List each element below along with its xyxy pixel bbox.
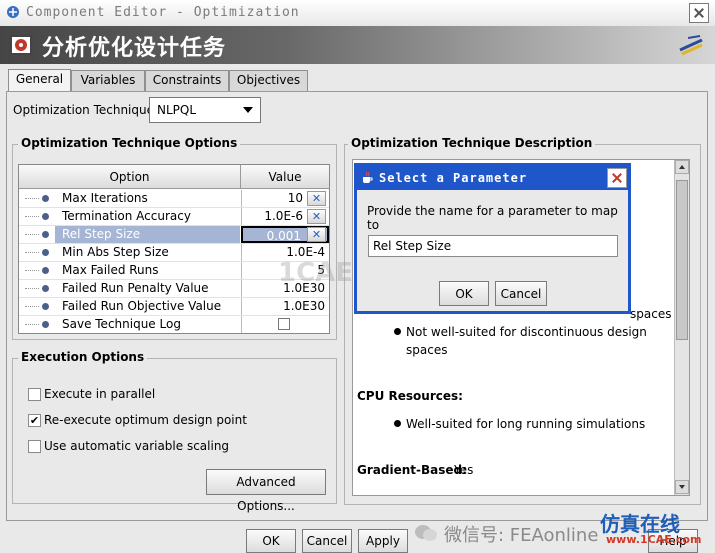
table-row[interactable]: Termination Accuracy 1.0E-6 ✕ — [19, 208, 329, 226]
close-window-button[interactable] — [689, 3, 709, 23]
tree-line — [25, 234, 39, 235]
option-name: Min Abs Step Size — [62, 245, 169, 259]
tab-variables[interactable]: Variables — [71, 70, 145, 91]
scroll-up-button[interactable] — [675, 160, 689, 174]
scroll-down-button[interactable] — [675, 480, 689, 494]
bullet-icon — [394, 420, 401, 427]
tree-line — [25, 216, 39, 217]
wechat-icon — [415, 525, 437, 541]
table-row[interactable]: Rel Step Size 0.001 ✕ — [19, 226, 329, 244]
description-partial-line: spaces — [630, 307, 672, 321]
tree-line — [25, 324, 39, 325]
corner-watermark-url: www.1CAE.com — [606, 533, 702, 546]
map-parameter-button[interactable]: ✕ — [307, 191, 326, 206]
chevron-down-icon — [243, 107, 253, 113]
technique-value: NLPQL — [157, 103, 197, 117]
dialog-titlebar: Select a Parameter — [357, 166, 628, 190]
option-name: Failed Run Objective Value — [62, 299, 222, 313]
option-name: Max Iterations — [62, 191, 148, 205]
dialog-close-button[interactable] — [607, 168, 627, 188]
technique-select[interactable]: NLPQL — [149, 97, 261, 123]
map-parameter-button[interactable]: ✕ — [307, 227, 326, 242]
java-cup-icon — [363, 171, 373, 183]
column-header-value[interactable]: Value — [241, 165, 329, 189]
option-name: Rel Step Size — [55, 226, 240, 243]
execute-parallel-checkbox[interactable] — [28, 388, 41, 401]
options-group-title: Optimization Technique Options — [18, 136, 241, 150]
bullet-icon — [42, 195, 49, 202]
description-bullet-1-cont: spaces — [406, 343, 448, 357]
execution-group-title: Execution Options — [18, 350, 148, 364]
tab-constraints[interactable]: Constraints — [145, 70, 229, 91]
header-banner: 分析优化设计任务 — [0, 26, 715, 64]
dialog-cancel-button[interactable]: Cancel — [495, 281, 547, 306]
tab-general[interactable]: General — [8, 69, 71, 92]
cancel-button[interactable]: Cancel — [302, 529, 352, 553]
table-row[interactable]: Save Technique Log — [19, 316, 329, 334]
auto-scaling-checkbox[interactable] — [28, 440, 41, 453]
cpu-resources-heading: CPU Resources: — [357, 389, 463, 403]
wechat-watermark: 微信号: FEAonline — [444, 525, 599, 546]
parameter-name-input[interactable]: Rel Step Size — [368, 235, 618, 257]
window-title: Component Editor - Optimization — [26, 5, 300, 20]
bullet-icon — [42, 303, 49, 310]
gradient-based-label: Gradient-Based: — [357, 463, 467, 477]
execute-parallel-label: Execute in parallel — [44, 387, 156, 401]
option-name: Save Technique Log — [62, 317, 181, 331]
advanced-options-button[interactable]: Advanced Options... — [206, 469, 326, 513]
tree-line — [25, 252, 39, 253]
option-name: Max Failed Runs — [62, 263, 159, 277]
option-name: Termination Accuracy — [62, 209, 191, 223]
description-scrollbar[interactable] — [674, 160, 689, 495]
table-row[interactable]: Failed Run Objective Value 1.0E30 — [19, 298, 329, 316]
column-header-option[interactable]: Option — [19, 165, 241, 189]
option-name: Failed Run Penalty Value — [62, 281, 209, 295]
dialog-prompt: Provide the name for a parameter to map … — [367, 204, 618, 232]
select-parameter-dialog: Select a Parameter Provide the name for … — [354, 163, 631, 314]
tree-line — [25, 306, 39, 307]
apply-button[interactable]: Apply — [358, 529, 408, 553]
description-bullet-2: Well-suited for long running simulations — [406, 417, 646, 431]
scroll-thumb[interactable] — [676, 180, 688, 340]
dialog-title: Select a Parameter — [379, 171, 528, 185]
reexecute-label: Re-execute optimum design point — [44, 413, 247, 427]
option-value[interactable]: 1.0E30 — [241, 298, 329, 315]
technique-label: Optimization Technique: — [13, 103, 159, 117]
description-group-title: Optimization Technique Description — [348, 136, 596, 150]
bullet-icon — [42, 231, 49, 238]
options-table: Option Value Max Iterations 10 ✕ Termina… — [18, 164, 330, 334]
brand-logo-icon — [679, 35, 703, 56]
description-bullet-1: Not well-suited for discontinuous design — [406, 325, 647, 339]
save-log-checkbox[interactable] — [278, 318, 290, 330]
tree-line — [25, 288, 39, 289]
target-icon — [10, 35, 32, 55]
window-titlebar: Component Editor - Optimization — [0, 0, 715, 27]
table-row[interactable]: Max Iterations 10 ✕ — [19, 190, 329, 208]
dialog-ok-button[interactable]: OK — [439, 281, 489, 306]
bullet-icon — [42, 213, 49, 220]
bullet-icon — [42, 321, 49, 328]
bullet-icon — [42, 285, 49, 292]
app-logo-icon — [7, 6, 19, 18]
tree-line — [25, 270, 39, 271]
ok-button[interactable]: OK — [246, 529, 296, 553]
bullet-icon — [42, 267, 49, 274]
auto-scaling-label: Use automatic variable scaling — [44, 439, 230, 453]
tree-line — [25, 198, 39, 199]
tab-objectives[interactable]: Objectives — [229, 70, 308, 91]
header-title: 分析优化设计任务 — [42, 36, 227, 61]
gradient-based-value: Yes — [454, 463, 474, 477]
reexecute-checkbox[interactable]: ✔ — [28, 414, 41, 427]
map-parameter-button[interactable]: ✕ — [307, 209, 326, 224]
bullet-icon — [394, 328, 401, 335]
bullet-icon — [42, 249, 49, 256]
